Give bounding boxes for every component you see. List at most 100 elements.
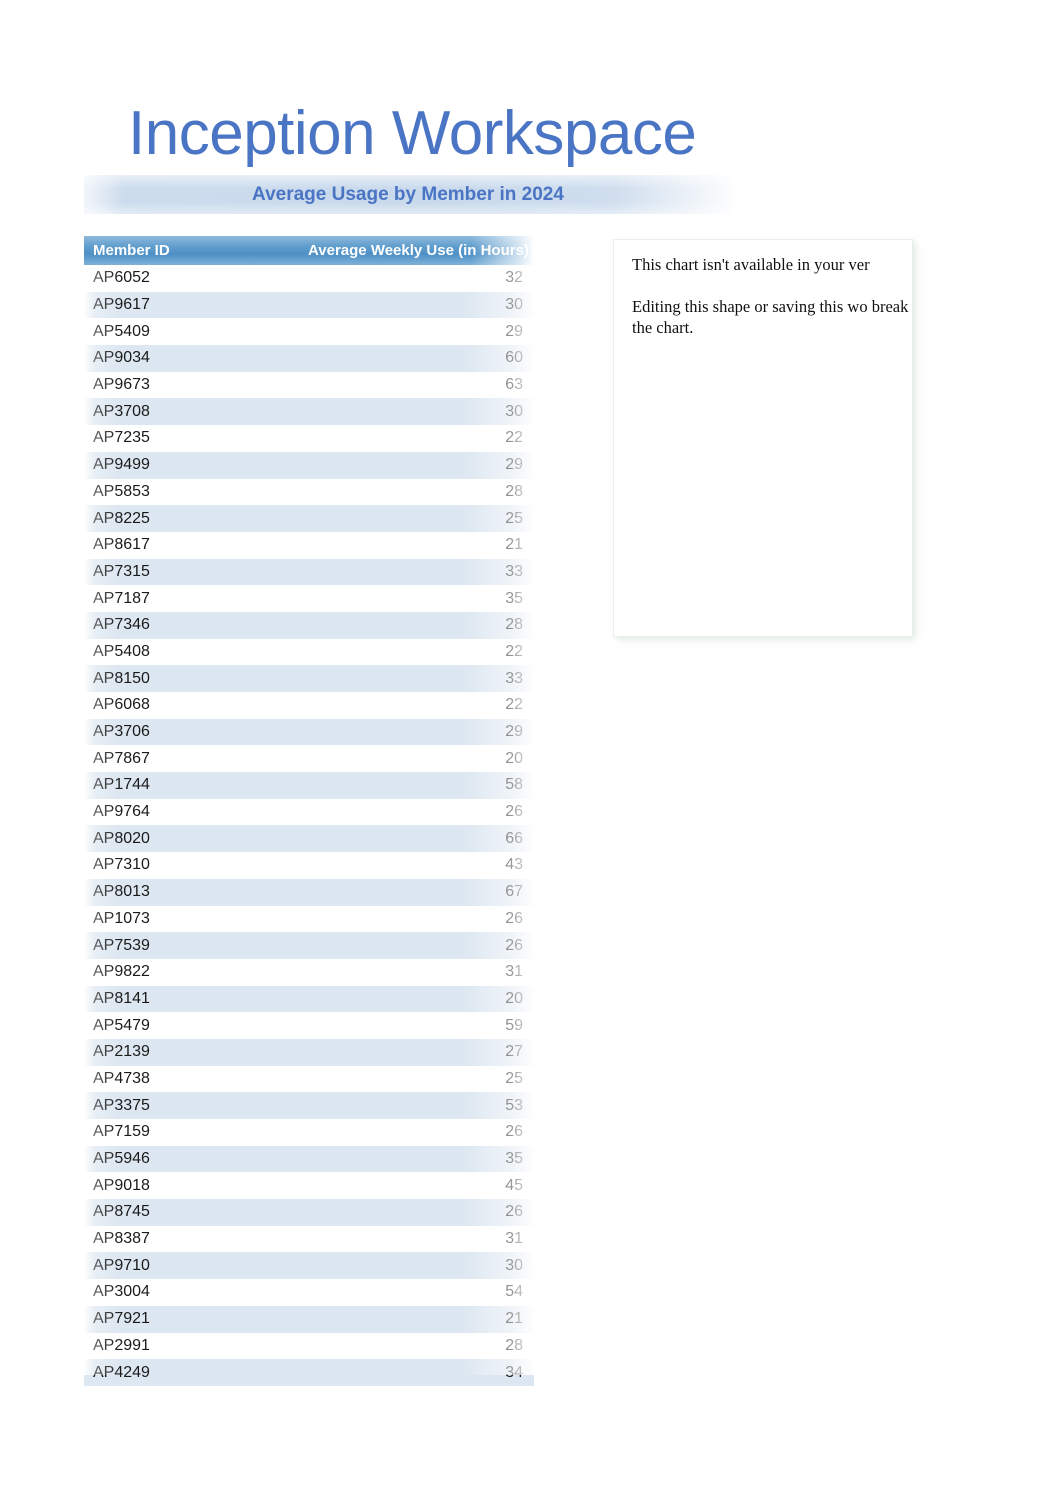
table-row: AP7159 26	[84, 1119, 534, 1146]
table-row: AP5479 59	[84, 1012, 534, 1039]
table-row: AP5946 35	[84, 1145, 534, 1173]
cell-member-id: AP6052	[93, 269, 150, 287]
cell-member-id: AP4249	[93, 1363, 150, 1381]
page-title: Inception Workspace	[128, 99, 697, 168]
cell-average-weekly-use: 53	[505, 1096, 523, 1114]
cell-average-weekly-use: 21	[505, 536, 523, 554]
cell-average-weekly-use: 25	[505, 1069, 523, 1087]
table-row: AP7315 33	[84, 558, 534, 586]
cell-average-weekly-use: 22	[505, 429, 523, 447]
column-header-average-weekly-use[interactable]: Average Weekly Use (in Hours)	[306, 236, 534, 265]
cell-member-id: AP8020	[93, 829, 150, 847]
cell-member-id: AP8225	[93, 509, 150, 527]
cell-member-id: AP9822	[93, 963, 150, 981]
table-header: Member ID Average Weekly Use (in Hours)	[84, 236, 534, 265]
cell-member-id: AP8617	[93, 536, 150, 554]
cell-average-weekly-use: 31	[505, 1230, 523, 1248]
table-row: AP3708 30	[84, 398, 534, 426]
cell-average-weekly-use: 67	[505, 883, 523, 901]
cell-average-weekly-use: 26	[505, 1123, 523, 1141]
cell-average-weekly-use: 28	[505, 1336, 523, 1354]
table-row: AP4738 25	[84, 1065, 534, 1093]
cell-average-weekly-use: 20	[505, 989, 523, 1007]
cell-average-weekly-use: 30	[505, 296, 523, 314]
cell-member-id: AP4738	[93, 1069, 150, 1087]
table-row: AP7921 21	[84, 1305, 534, 1333]
cell-member-id: AP9764	[93, 803, 150, 821]
cell-average-weekly-use: 60	[505, 349, 523, 367]
table-row: AP9499 29	[84, 451, 534, 479]
cell-average-weekly-use: 63	[505, 376, 523, 394]
cell-average-weekly-use: 33	[505, 669, 523, 687]
subtitle-text: Average Usage by Member in 2024	[252, 183, 564, 205]
cell-average-weekly-use: 66	[505, 829, 523, 847]
chart-placeholder-message: This chart isn't available in your ver E…	[632, 254, 912, 338]
cell-member-id: AP7867	[93, 749, 150, 767]
table-row: AP5408 22	[84, 638, 534, 666]
table-row: AP7235 22	[84, 425, 534, 452]
cell-member-id: AP8387	[93, 1230, 150, 1248]
cell-average-weekly-use: 26	[505, 1203, 523, 1221]
cell-average-weekly-use: 26	[505, 936, 523, 954]
cell-member-id: AP8141	[93, 989, 150, 1007]
table-header-row: Member ID Average Weekly Use (in Hours)	[84, 236, 534, 265]
table-row: AP8225 25	[84, 505, 534, 532]
table-row: AP8141 20	[84, 985, 534, 1013]
cell-average-weekly-use: 34	[505, 1363, 523, 1381]
cell-member-id: AP5479	[93, 1016, 150, 1034]
usage-table-container: Member ID Average Weekly Use (in Hours) …	[84, 236, 534, 1386]
cell-average-weekly-use: 54	[505, 1283, 523, 1301]
cell-member-id: AP5408	[93, 642, 150, 660]
cell-member-id: AP3375	[93, 1096, 150, 1114]
table-row: AP7187 35	[84, 585, 534, 612]
cell-member-id: AP2139	[93, 1043, 150, 1061]
cell-member-id: AP6068	[93, 696, 150, 714]
cell-average-weekly-use: 33	[505, 562, 523, 580]
table-row: AP5853 28	[84, 478, 534, 506]
table-row: AP4249 34	[84, 1359, 534, 1386]
cell-average-weekly-use: 29	[505, 322, 523, 340]
cell-average-weekly-use: 59	[505, 1016, 523, 1034]
cell-average-weekly-use: 25	[505, 509, 523, 527]
table-row: AP3706 29	[84, 718, 534, 746]
cell-average-weekly-use: 43	[505, 856, 523, 874]
cell-member-id: AP2991	[93, 1336, 150, 1354]
chart-placeholder-box[interactable]: This chart isn't available in your ver E…	[614, 240, 912, 636]
cell-member-id: AP3708	[93, 402, 150, 420]
column-header-member-id[interactable]: Member ID	[84, 236, 306, 265]
cell-average-weekly-use: 20	[505, 749, 523, 767]
cell-member-id: AP7539	[93, 936, 150, 954]
cell-member-id: AP8745	[93, 1203, 150, 1221]
table-row: AP2991 28	[84, 1332, 534, 1360]
page-canvas: Inception Workspace Average Usage by Mem…	[0, 0, 1062, 1506]
table-row: AP8150 33	[84, 665, 534, 692]
subtitle-banner: Average Usage by Member in 2024	[84, 175, 732, 214]
cell-average-weekly-use: 29	[505, 723, 523, 741]
cell-member-id: AP7235	[93, 429, 150, 447]
table-row: AP6052 32	[84, 265, 534, 292]
table-row: AP7539 26	[84, 932, 534, 959]
cell-member-id: AP1744	[93, 776, 150, 794]
cell-member-id: AP1073	[93, 909, 150, 927]
cell-average-weekly-use: 22	[505, 642, 523, 660]
cell-average-weekly-use: 26	[505, 803, 523, 821]
cell-average-weekly-use: 21	[505, 1310, 523, 1328]
cell-average-weekly-use: 22	[505, 696, 523, 714]
cell-average-weekly-use: 31	[505, 963, 523, 981]
table-row: AP5409 29	[84, 318, 534, 346]
cell-member-id: AP7346	[93, 616, 150, 634]
cell-average-weekly-use: 30	[505, 1256, 523, 1274]
table-row: AP9764 26	[84, 798, 534, 826]
cell-member-id: AP9710	[93, 1256, 150, 1274]
cell-member-id: AP9499	[93, 456, 150, 474]
cell-member-id: AP9617	[93, 296, 150, 314]
table-row: AP6068 22	[84, 692, 534, 719]
chart-warning-line: Editing this shape or saving this wo bre…	[632, 297, 909, 337]
cell-member-id: AP7187	[93, 589, 150, 607]
cell-member-id: AP5946	[93, 1150, 150, 1168]
cell-member-id: AP3706	[93, 723, 150, 741]
table-row: AP9617 30	[84, 291, 534, 319]
table-row: AP9710 30	[84, 1252, 534, 1280]
table-row: AP8013 67	[84, 878, 534, 906]
table-row: AP7346 28	[84, 611, 534, 639]
